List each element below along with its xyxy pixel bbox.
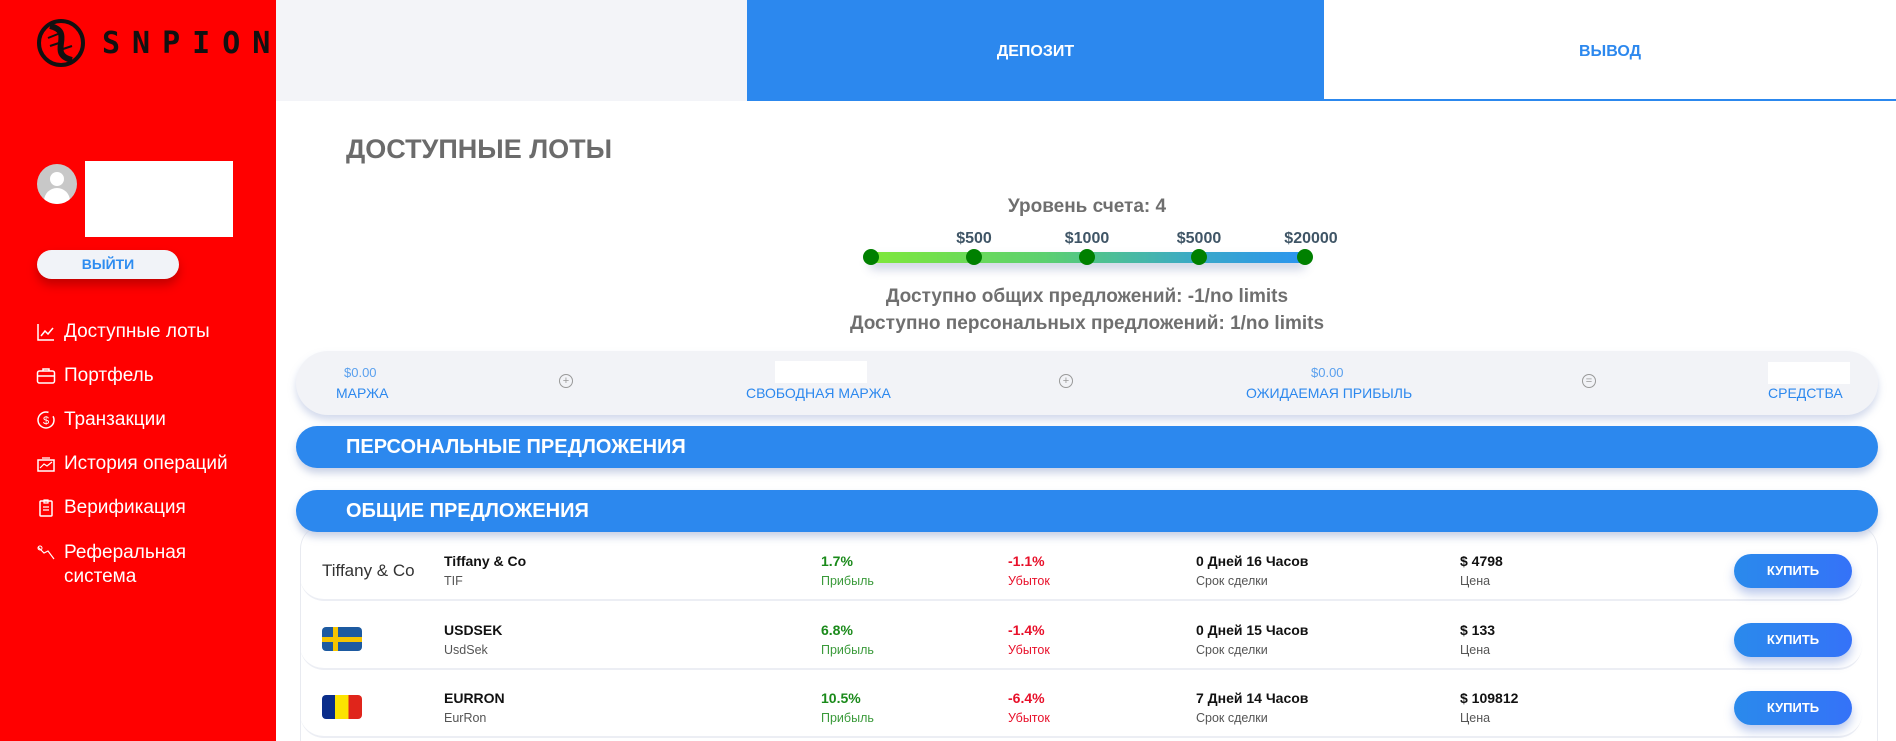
buy-button[interactable]: КУПИТЬ <box>1734 691 1852 725</box>
buy-button[interactable]: КУПИТЬ <box>1734 623 1852 657</box>
sidebar-item-label: Доступные лоты <box>64 321 210 342</box>
level-step-label: $1000 <box>1064 230 1110 247</box>
offer-profit: 6.8% Прибыль <box>821 622 874 657</box>
sidebar-item-label: Реферальная система <box>64 542 187 587</box>
personal-offers-available: Доступно персональных предложений: 1/no … <box>849 313 1325 334</box>
free-margin-value-redacted <box>775 361 867 383</box>
brand-name: SNPION <box>102 26 283 61</box>
referral-icon <box>37 545 55 560</box>
level-dot <box>966 249 982 265</box>
sidebar-item-referral[interactable]: Реферальная система <box>36 541 256 589</box>
sidebar-item-history[interactable]: История операций <box>36 452 228 476</box>
account-level: Уровень счета: 4 <box>1007 196 1167 217</box>
sidebar-item-portfolio[interactable]: Портфель <box>36 364 154 388</box>
level-dot <box>1191 249 1207 265</box>
offer-price: $ 109812 Цена <box>1460 690 1519 725</box>
user-name-redacted <box>85 161 233 237</box>
equals-icon: = <box>1582 374 1596 388</box>
history-icon <box>37 457 55 472</box>
level-step-label: $500 <box>956 230 992 247</box>
offer-row <box>300 533 1862 601</box>
logout-button[interactable]: ВЫЙТИ <box>37 250 179 279</box>
offer-row <box>300 602 1862 670</box>
sweden-flag-icon <box>322 627 362 651</box>
sidebar: SNPION ВЫЙТИ Доступные лоты Портфель $ Т… <box>0 0 276 741</box>
top-bar-spacer <box>276 0 747 101</box>
sidebar-item-transactions[interactable]: $ Транзакции <box>36 408 166 432</box>
clipboard-icon <box>39 499 53 517</box>
level-step-label: $5000 <box>1176 230 1222 247</box>
personal-offers-header[interactable]: ПЕРСОНАЛЬНЫЕ ПРЕДЛОЖЕНИЯ <box>296 426 1878 468</box>
offer-loss: -1.1% Убыток <box>1008 553 1050 588</box>
sidebar-item-label: Верификация <box>64 497 186 518</box>
level-dot <box>863 249 879 265</box>
briefcase-icon <box>36 368 56 384</box>
sidebar-item-available-lots[interactable]: Доступные лоты <box>36 320 210 344</box>
account-summary-bar: $0.00 МАРЖА + СВОБОДНАЯ МАРЖА + $0.00 ОЖ… <box>296 351 1878 415</box>
free-margin-label: СВОБОДНАЯ МАРЖА <box>746 385 891 401</box>
buy-button[interactable]: КУПИТЬ <box>1734 554 1852 588</box>
romania-flag-icon <box>322 695 362 719</box>
general-offers-header[interactable]: ОБЩИЕ ПРЕДЛОЖЕНИЯ <box>296 490 1878 532</box>
company-logo-broken-image: Tiffany & Co <box>322 561 415 580</box>
page-title: ДОСТУПНЫЕ ЛОТЫ <box>346 134 613 164</box>
funds-value-redacted <box>1768 362 1850 384</box>
expected-profit-value: $0.00 <box>1311 365 1344 380</box>
tab-deposit[interactable]: ДЕПОЗИТ <box>747 0 1324 101</box>
offer-name: Tiffany & Co TIF <box>444 553 527 588</box>
level-dot <box>1297 249 1313 265</box>
offer-term: 0 Дней 16 Часов Срок сделки <box>1196 553 1309 588</box>
margin-label: МАРЖА <box>336 385 389 401</box>
offer-profit: 1.7% Прибыль <box>821 553 874 588</box>
sidebar-item-label: Транзакции <box>64 409 166 430</box>
offer-price: $ 4798 Цена <box>1460 553 1503 588</box>
sidebar-item-label: История операций <box>64 453 228 474</box>
offer-profit: 10.5% Прибыль <box>821 690 874 725</box>
offer-term: 7 Дней 14 Часов Срок сделки <box>1196 690 1309 725</box>
plus-icon: + <box>559 374 573 388</box>
level-step-label: $20000 <box>1284 230 1338 247</box>
logo-icon <box>37 19 85 67</box>
plus-icon: + <box>1059 374 1073 388</box>
level-dot <box>1079 249 1095 265</box>
offer-row <box>300 670 1862 738</box>
sidebar-item-verification[interactable]: Верификация <box>36 496 186 520</box>
dollar-cycle-icon: $ <box>37 411 55 429</box>
offer-name: EURRON EurRon <box>444 690 505 725</box>
offer-price: $ 133 Цена <box>1460 622 1496 657</box>
offer-loss: -1.4% Убыток <box>1008 622 1050 657</box>
sidebar-item-label: Портфель <box>64 365 154 386</box>
chart-line-icon <box>37 324 54 341</box>
expected-profit-label: ОЖИДАЕМАЯ ПРИБЫЛЬ <box>1246 385 1413 401</box>
tab-withdraw[interactable]: ВЫВОД <box>1324 0 1896 101</box>
svg-text:$: $ <box>43 415 49 427</box>
funds-label: СРЕДСТВА <box>1768 385 1843 401</box>
margin-value: $0.00 <box>344 365 377 380</box>
account-level-bar <box>863 249 1313 265</box>
offer-name: USDSEK UsdSek <box>444 622 503 657</box>
avatar <box>37 164 77 204</box>
general-offers-available: Доступно общих предложений: -1/no limits <box>885 286 1289 307</box>
offer-term: 0 Дней 15 Часов Срок сделки <box>1196 622 1309 657</box>
offer-loss: -6.4% Убыток <box>1008 690 1050 725</box>
